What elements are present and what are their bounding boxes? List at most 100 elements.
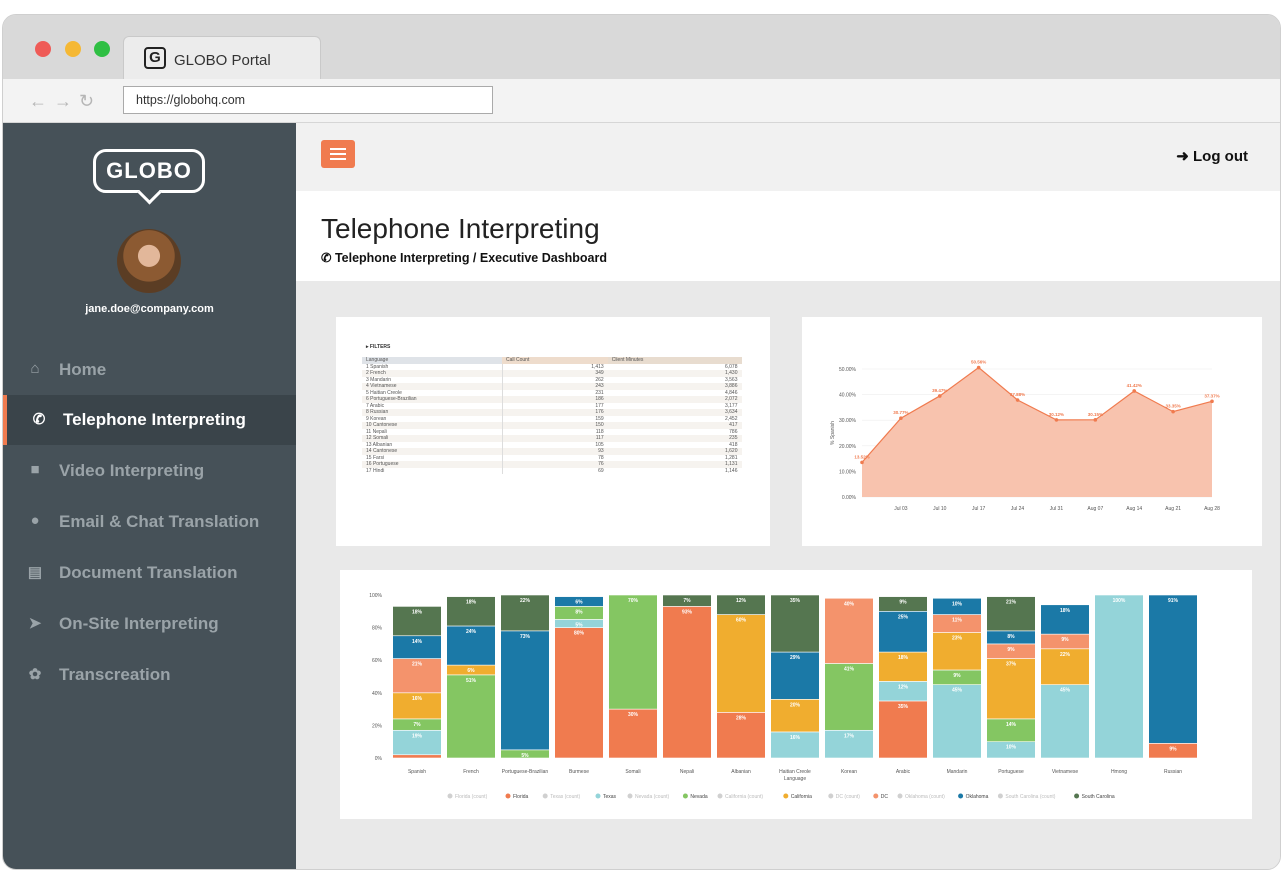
y-tick-label: 60%	[372, 658, 383, 664]
segment-label: 16%	[790, 735, 801, 741]
legend-swatch	[958, 793, 964, 799]
close-window-button[interactable]	[35, 41, 51, 57]
x-tick-label: Spanish	[408, 769, 426, 775]
x-tick-label: French	[463, 769, 479, 775]
bar-segment	[716, 614, 766, 713]
table-cell: 69	[598, 467, 604, 474]
document-icon: ▤	[27, 564, 43, 581]
hamburger-menu-button[interactable]	[321, 140, 355, 168]
user-email: jane.doe@company.com	[85, 303, 214, 315]
legend-label: Texas	[603, 794, 617, 800]
breadcrumb: ✆ Telephone Interpreting / Executive Das…	[321, 250, 607, 265]
segment-label: 41%	[844, 666, 855, 672]
main-content: ➜ Log out Telephone Interpreting ✆ Telep…	[296, 123, 1280, 869]
phone-icon: ✆	[32, 411, 46, 428]
segment-label: 70%	[628, 598, 639, 604]
x-tick-label: Mandarin	[947, 769, 968, 775]
legend-label: Texas (count)	[550, 794, 580, 800]
legend-label: DC (count)	[836, 794, 861, 800]
browser-tab[interactable]: G GLOBO Portal	[123, 36, 321, 80]
x-tick-label: Jul 24	[1011, 506, 1025, 512]
data-label: 50.56%	[971, 360, 986, 365]
x-tick-label: Aug 21	[1165, 506, 1181, 512]
table-cell: 1,146	[724, 467, 738, 474]
avatar[interactable]	[117, 229, 181, 293]
segment-label: 25%	[898, 614, 909, 620]
legend-item: DC	[873, 793, 889, 800]
back-arrow-icon[interactable]: ←	[29, 91, 47, 112]
segment-label: 9%	[1061, 637, 1069, 643]
data-point	[860, 460, 864, 465]
legend-label: Florida	[513, 794, 529, 800]
y-tick-label: 50.00%	[839, 367, 857, 373]
legend-swatch	[682, 793, 688, 799]
data-label: 30.15%	[1088, 412, 1103, 417]
filters-toggle[interactable]: ▸ FILTERS	[366, 344, 390, 350]
browser-tab-bar: G GLOBO Portal	[3, 15, 1280, 80]
segment-label: 51%	[466, 678, 477, 684]
sidebar-item-label: Email & Chat Translation	[59, 512, 260, 531]
legend-swatch	[828, 793, 834, 799]
bar-segment	[554, 627, 604, 759]
x-tick-label: Somali	[625, 769, 640, 775]
legend-label: DC	[881, 794, 889, 800]
url-input[interactable]: https://globohq.com	[123, 86, 493, 114]
legend-swatch	[873, 793, 879, 799]
segment-label: 60%	[736, 618, 747, 624]
sidebar-item-video-interpreting[interactable]: ■ Video Interpreting	[3, 446, 296, 496]
top-bar: ➜ Log out	[296, 123, 1280, 191]
y-tick-label: 30.00%	[839, 418, 857, 424]
segment-label: 23%	[952, 635, 963, 641]
segment-label: 9%	[953, 673, 961, 679]
sidebar-item-on-site-interpreting[interactable]: ➤ On-Site Interpreting	[3, 599, 296, 649]
sidebar-item-transcreation[interactable]: ✿ Transcreation	[3, 650, 296, 700]
legend-item: Nevada (count)	[627, 793, 670, 800]
x-tick-label: Russian	[1164, 769, 1182, 775]
segment-label: 28%	[736, 715, 747, 721]
reload-icon[interactable]: ↻	[79, 91, 94, 112]
segment-label: 22%	[1060, 652, 1071, 658]
segment-label: 45%	[1060, 688, 1071, 694]
tab-title: GLOBO Portal	[174, 52, 271, 69]
bar-segment	[500, 630, 550, 751]
sidebar-item-email-chat-translation[interactable]: ● Email & Chat Translation	[3, 497, 296, 547]
segment-label: 17%	[844, 733, 855, 739]
area-fill	[862, 367, 1212, 497]
chat-bubble-icon: ●	[30, 512, 40, 529]
minimize-window-button[interactable]	[65, 41, 81, 57]
bar-segment	[824, 663, 874, 731]
segment-label: 6%	[575, 600, 583, 606]
legend-swatch	[627, 793, 633, 799]
legend-swatch	[897, 793, 903, 799]
table-row[interactable]: 17 Hindi 69 1,146	[362, 467, 742, 474]
sidebar-item-home[interactable]: ⌂ Home	[3, 345, 296, 395]
language-by-state-stacked-bar-chart: 0% 20% 40% 60% 80% 100% 19% 7% 16% 21% 14% 18% Spani…	[369, 593, 1198, 800]
legend-label: Nevada (count)	[635, 794, 670, 800]
data-point	[1171, 409, 1175, 414]
legend-swatch	[595, 793, 601, 799]
logout-button[interactable]: ➜ Log out	[1176, 147, 1248, 165]
legend-swatch	[505, 793, 511, 799]
segment-label: 24%	[466, 629, 477, 635]
x-tick-label: Aug 28	[1204, 506, 1220, 512]
legend-label: Oklahoma (count)	[905, 794, 945, 800]
legend-swatch	[447, 793, 453, 799]
forward-arrow-icon[interactable]: →	[54, 91, 72, 112]
phone-icon: ✆	[321, 251, 335, 265]
legend-swatch	[1074, 793, 1080, 799]
segment-label: 100%	[1113, 598, 1126, 604]
legend-item: Oklahoma	[958, 793, 989, 800]
legend-item: South Carolina (count)	[997, 793, 1056, 800]
legend-item: Florida (count)	[447, 793, 488, 800]
bar-segment	[824, 597, 874, 664]
sidebar-item-document-translation[interactable]: ▤ Document Translation	[3, 548, 296, 598]
segment-label: 10%	[1006, 745, 1017, 751]
bar-segment	[1148, 594, 1198, 744]
maximize-window-button[interactable]	[94, 41, 110, 57]
segment-label: 16%	[412, 696, 423, 702]
language-state-card: 0% 20% 40% 60% 80% 100% 19% 7% 16% 21% 14% 18% Spani…	[340, 570, 1252, 819]
sidebar-item-label: Document Translation	[59, 563, 238, 582]
globo-logo[interactable]: GLOBO	[93, 149, 205, 193]
sidebar-item-telephone-interpreting[interactable]: ✆ Telephone Interpreting	[3, 395, 296, 445]
legend-label: Oklahoma	[966, 794, 989, 800]
